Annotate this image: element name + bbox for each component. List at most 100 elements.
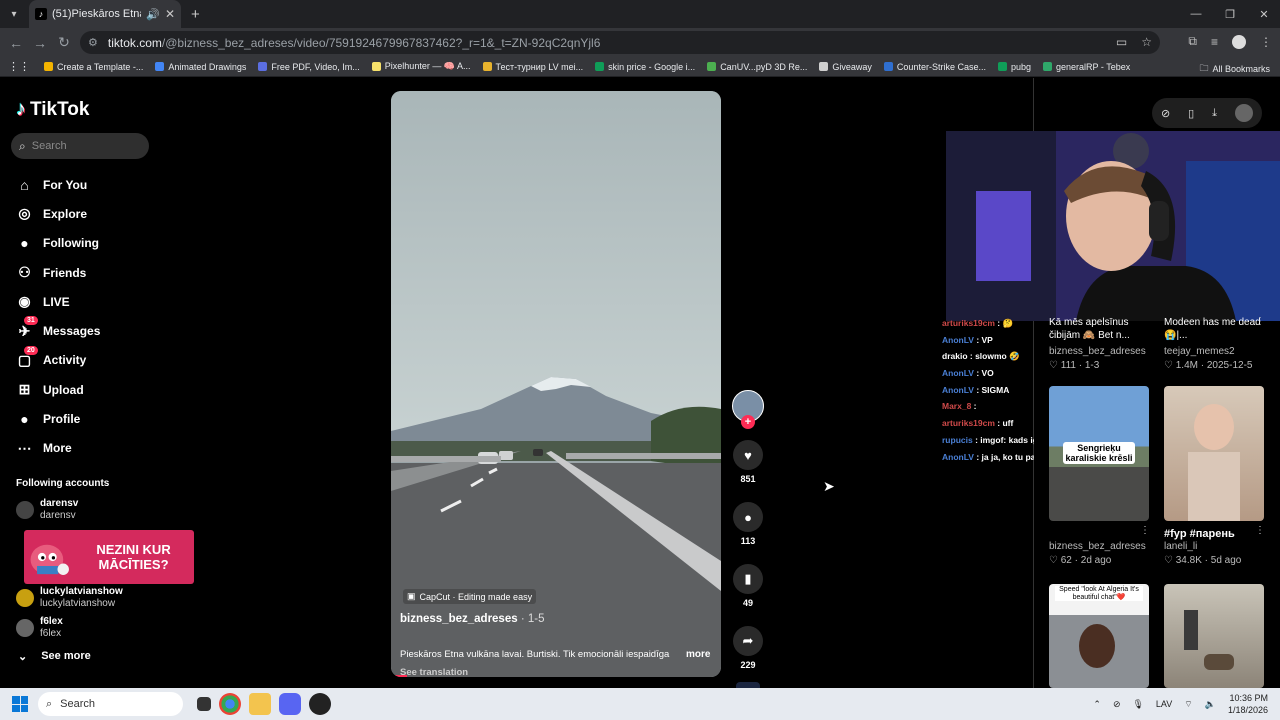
like-button[interactable]: ♥ xyxy=(733,440,763,470)
media-icon[interactable]: ≡ xyxy=(1211,35,1218,49)
sidebar-item-following[interactable]: ● Following xyxy=(16,229,100,258)
grid-author[interactable]: laneli_li xyxy=(1164,541,1197,552)
see-translation-link[interactable]: See translation xyxy=(400,667,468,677)
chrome-icon[interactable] xyxy=(219,693,241,715)
user-avatar-icon[interactable] xyxy=(1234,104,1253,122)
sidebar-item-messages[interactable]: ✈ 31 Messages xyxy=(16,316,100,345)
grid-thumbnail[interactable]: Speed "look At Algeria It's beautiful ch… xyxy=(1049,584,1149,688)
site-info-icon[interactable]: ⚙ xyxy=(88,36,98,49)
sidebar-item-for-you[interactable]: ⌂ For You xyxy=(16,170,100,199)
tray-chevron-icon[interactable]: ⌃ xyxy=(1093,699,1101,710)
more-options-icon[interactable]: ⋮ xyxy=(1255,316,1265,327)
folder-icon: 🗀 xyxy=(1199,63,1209,73)
bookmark-item[interactable]: Giveaway xyxy=(819,61,872,72)
grid-caption[interactable]: Modeen has me dead 😭|... xyxy=(1164,316,1264,342)
file-explorer-icon[interactable] xyxy=(249,693,271,715)
video-author[interactable]: bizness_bez_adreses · 1-5 xyxy=(400,613,544,625)
grid-author[interactable]: teejay_memes2 xyxy=(1164,346,1235,357)
all-bookmarks[interactable]: 🗀 All Bookmarks xyxy=(1199,61,1270,77)
restore-icon[interactable]: ❐ xyxy=(1214,0,1246,28)
bookmark-item[interactable]: generalRP - Tebex xyxy=(1043,61,1130,72)
close-window-icon[interactable]: ✕ xyxy=(1248,0,1280,28)
download-icon[interactable]: ⤓ xyxy=(1212,107,1217,120)
discord-icon[interactable] xyxy=(279,693,301,715)
clock-date: 1/18/2026 xyxy=(1227,705,1268,715)
reload-icon[interactable]: ↻ xyxy=(52,34,76,51)
clock[interactable]: 10:36 PM 1/18/2026 xyxy=(1228,692,1268,716)
taskbar-search-input[interactable]: ⌕ Search xyxy=(38,692,183,716)
see-more-button[interactable]: ⌄ See more xyxy=(18,650,91,663)
grid-author[interactable]: bizness_bez_adreses xyxy=(1049,346,1146,357)
speaker-icon[interactable]: 🔊 xyxy=(146,8,160,21)
grid-author[interactable]: bizness_bez_adreses xyxy=(1049,541,1146,552)
follow-plus-icon[interactable]: + xyxy=(741,415,755,429)
address-bar[interactable]: ⚙ tiktok.com/@bizness_bez_adreses/video/… xyxy=(80,31,1160,54)
grid-thumbnail[interactable] xyxy=(1164,386,1264,521)
bookmark-item[interactable]: CanUV...pyD 3D Re... xyxy=(707,61,807,72)
volume-icon[interactable]: 🔈 xyxy=(1205,699,1216,710)
bookmark-item[interactable]: Animated Drawings xyxy=(155,61,246,72)
menu-icon[interactable]: ⋮ xyxy=(1260,35,1272,49)
bookmark-item[interactable]: Counter-Strike Case... xyxy=(883,61,986,72)
app-icon[interactable] xyxy=(309,693,331,715)
bookmark-item[interactable]: Тест-турнир LV mei... xyxy=(482,61,583,72)
sidebar-item-friends[interactable]: ⚇ Friends xyxy=(16,258,100,287)
task-view-icon[interactable] xyxy=(197,697,211,711)
new-tab-button[interactable]: + xyxy=(191,6,200,23)
language-indicator[interactable]: LAV xyxy=(1156,699,1172,709)
coin-icon[interactable]: ⊘ xyxy=(1161,107,1170,120)
avatar xyxy=(16,501,34,519)
creator-avatar[interactable]: + xyxy=(732,390,764,429)
comment-button[interactable]: ● xyxy=(733,502,763,532)
wifi-icon[interactable]: ⌔ xyxy=(1184,699,1192,710)
profile-avatar-icon[interactable] xyxy=(1232,34,1246,49)
tiktok-logo[interactable]: ♪ TikTok xyxy=(16,98,89,121)
bookmark-star-icon[interactable]: ☆ xyxy=(1141,35,1152,49)
grid-thumbnail[interactable] xyxy=(1164,584,1264,688)
device-icon[interactable]: ▯ xyxy=(1188,107,1194,120)
video-player[interactable]: ▣ CapCut · Editing made easy bizness_bez… xyxy=(391,91,721,677)
capcut-badge[interactable]: ▣ CapCut · Editing made easy xyxy=(403,589,537,604)
network-icon[interactable]: ⊘ xyxy=(1113,699,1121,710)
account-item[interactable]: f6lex f6lex xyxy=(16,616,63,640)
bookmark-item[interactable]: Free PDF, Video, Im... xyxy=(258,61,360,72)
account-item[interactable]: luckylatvianshow luckylatvianshow xyxy=(16,586,123,610)
save-button[interactable]: ▮ xyxy=(733,564,763,594)
bookmark-item[interactable]: skin price - Google i... xyxy=(595,61,695,72)
active-tab[interactable]: ♪ (51)Pieskāros Etna vulkāna l 🔊 ✕ xyxy=(29,0,181,28)
caption-more-button[interactable]: more xyxy=(686,649,710,660)
windows-start-icon[interactable] xyxy=(12,696,28,712)
mic-icon[interactable]: 🎙 xyxy=(1132,699,1143,710)
forward-icon[interactable]: → xyxy=(28,35,52,51)
bookmark-item[interactable]: Create a Template -... xyxy=(44,61,143,72)
chat-username: AnonLV xyxy=(942,368,974,379)
grid-caption[interactable]: Kā mēs apelsīnus čibijām 🙈 Bet n... xyxy=(1049,316,1149,342)
close-tab-icon[interactable]: ✕ xyxy=(165,7,175,21)
bookmark-item[interactable]: pubg xyxy=(997,61,1031,72)
sidebar-item-profile[interactable]: ● Profile xyxy=(16,404,100,433)
extensions-icon[interactable]: ⧉ xyxy=(1188,34,1197,49)
messages-icon: ✈ xyxy=(18,322,31,339)
grid-thumbnail[interactable]: Sengrieķu karaliskie krēsli xyxy=(1049,386,1149,521)
sidebar-item-live[interactable]: ◉ LIVE xyxy=(16,287,100,316)
cast-icon[interactable]: ▭ xyxy=(1116,35,1127,49)
minimize-icon[interactable]: — xyxy=(1180,0,1212,28)
sidebar-item-upload[interactable]: ⊞ Upload xyxy=(16,375,100,404)
tab-search-icon[interactable]: ▾ xyxy=(3,3,25,25)
sidebar-item-explore[interactable]: ◎ Explore xyxy=(16,199,100,228)
search-input[interactable]: ⌕ Search xyxy=(11,133,149,159)
bookmark-item[interactable]: Pixelhunter — 🧠 A... xyxy=(371,61,471,72)
more-options-icon[interactable]: ⋮ xyxy=(1255,525,1265,536)
back-icon[interactable]: ← xyxy=(4,35,28,51)
chat-username: drakio xyxy=(942,351,968,362)
chat-username: AnonLV xyxy=(942,384,974,395)
more-options-icon[interactable]: ⋮ xyxy=(1140,525,1150,536)
share-button[interactable]: ➦ xyxy=(733,626,763,656)
sidebar-item-activity[interactable]: ▢ 20 Activity xyxy=(16,345,100,375)
apps-icon[interactable]: ⋮⋮ xyxy=(8,60,30,73)
grid-caption[interactable]: #fyp #парень xyxy=(1164,528,1254,541)
promo-banner[interactable]: NEZINI KUR MĀCĪTIES? xyxy=(24,530,194,584)
video-progress[interactable] xyxy=(391,675,407,677)
sidebar-item-more[interactable]: ⋯ More xyxy=(16,434,100,463)
account-item[interactable]: darensv darensv xyxy=(16,498,78,522)
